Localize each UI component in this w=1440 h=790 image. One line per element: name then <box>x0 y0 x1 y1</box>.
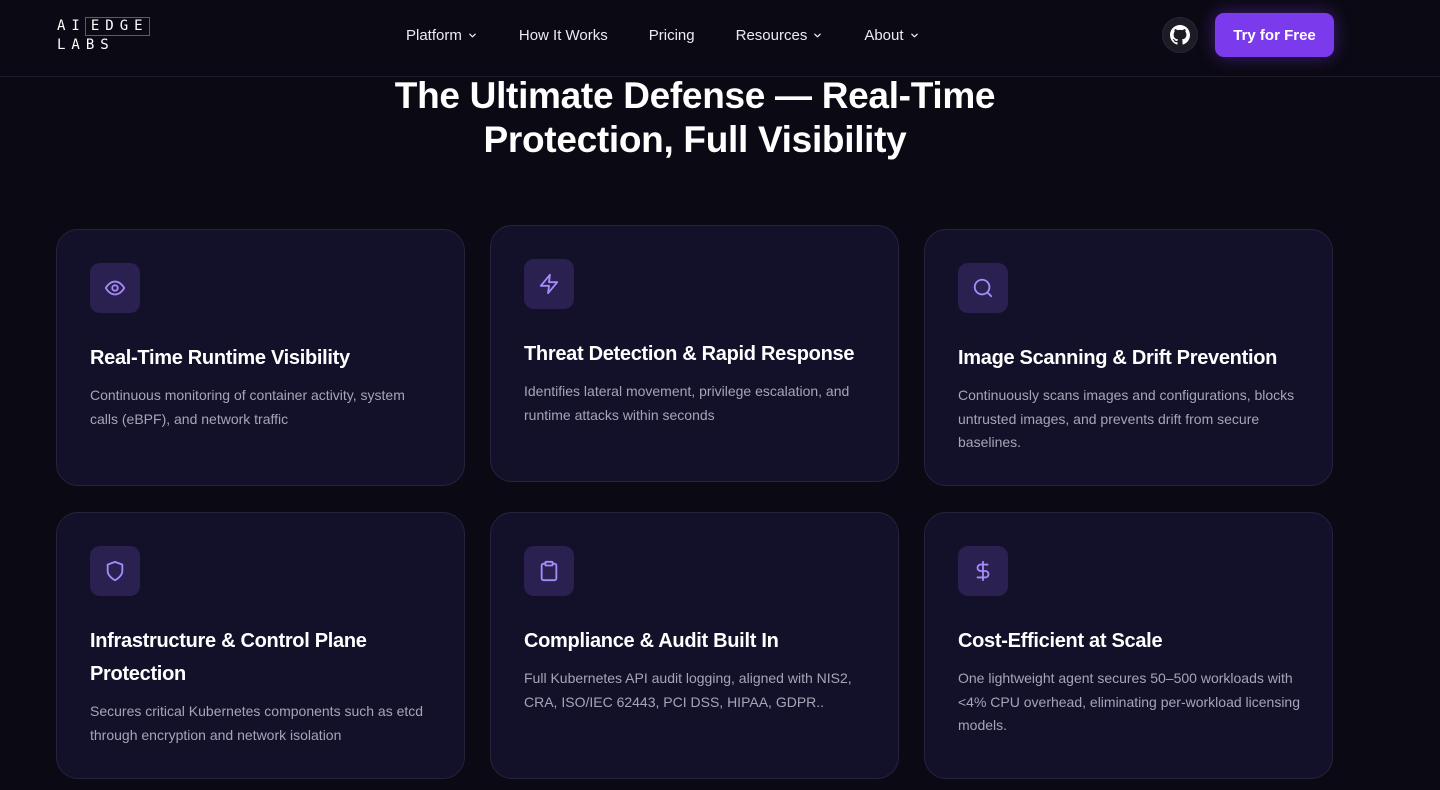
feature-icon-box <box>90 263 140 313</box>
logo[interactable]: AI EDGE LABS <box>57 17 150 55</box>
feature-title: Cost-Efficient at Scale <box>958 630 1163 652</box>
feature-description: One lightweight agent secures 50–500 wor… <box>958 670 1301 733</box>
feature-card-image-scanning: Image Scanning & Drift Prevention Contin… <box>924 229 1333 486</box>
feature-description: Secures critical Kubernetes components s… <box>90 703 424 743</box>
nav-item-about[interactable]: About <box>864 27 918 44</box>
chevron-down-icon <box>910 33 918 37</box>
feature-icon-box <box>524 546 574 596</box>
feature-title: Compliance & Audit Built In <box>524 630 779 652</box>
github-icon <box>1170 25 1190 45</box>
nav-item-label: How It Works <box>518 26 608 44</box>
feature-card-cost-efficient: Cost-Efficient at Scale One lightweight … <box>924 512 1333 779</box>
eye-icon <box>104 280 126 296</box>
logo-text-labs: LABS <box>57 37 115 53</box>
chevron-down-icon <box>814 33 822 37</box>
nav-item-resources[interactable]: Resources <box>736 27 823 44</box>
clipboard-icon <box>540 560 558 582</box>
github-button[interactable] <box>1162 17 1198 53</box>
feature-card-compliance-audit: Compliance & Audit Built In Full Kuberne… <box>490 512 899 779</box>
nav-item-pricing[interactable]: Pricing <box>649 27 695 44</box>
feature-icon-box <box>90 546 140 596</box>
feature-title: Threat Detection & Rapid Response <box>524 343 855 365</box>
nav-item-label: Resources <box>735 26 808 44</box>
nav-item-label: About <box>864 26 904 44</box>
feature-title: Image Scanning & Drift Prevention <box>958 347 1278 369</box>
nav-item-how-it-works[interactable]: How It Works <box>519 27 608 44</box>
feature-title: Infrastructure & Control Plane Protectio… <box>90 630 367 685</box>
feature-icon-box <box>958 263 1008 313</box>
feature-card-infrastructure-protection: Infrastructure & Control Plane Protectio… <box>56 512 465 779</box>
heading-line-2: Protection, Full Visibility <box>483 119 907 160</box>
logo-text-edge: EDGE <box>84 17 150 36</box>
heading-line-1: The Ultimate Defense — Real-Time <box>394 75 996 116</box>
feature-description: Full Kubernetes API audit logging, align… <box>524 670 852 710</box>
feature-description: Continuous monitoring of container activ… <box>90 387 405 427</box>
feature-title: Real-Time Runtime Visibility <box>90 347 350 369</box>
chevron-down-icon <box>469 33 476 37</box>
nav-item-label: Platform <box>406 26 462 44</box>
search-icon <box>973 278 993 298</box>
feature-icon-box <box>524 259 574 309</box>
lightning-icon <box>539 273 559 295</box>
top-navbar: AI EDGE LABS Platform How It Works Prici… <box>0 0 1440 77</box>
feature-description: Identifies lateral movement, privilege e… <box>524 383 850 423</box>
nav-item-label: Pricing <box>648 26 695 44</box>
try-for-free-button[interactable]: Try for Free <box>1215 13 1334 57</box>
feature-icon-box <box>958 546 1008 596</box>
nav-item-platform[interactable]: Platform <box>406 27 477 44</box>
shield-icon <box>106 560 124 582</box>
logo-text-ai: AI <box>57 18 86 34</box>
feature-description: Continuously scans images and configurat… <box>958 387 1295 450</box>
feature-card-threat-detection: Threat Detection & Rapid Response Identi… <box>490 225 899 482</box>
dollar-icon <box>976 560 990 582</box>
feature-card-runtime-visibility: Real-Time Runtime Visibility Continuous … <box>56 229 465 486</box>
section-heading: The Ultimate Defense — Real-Time Protect… <box>320 74 1070 162</box>
nav-links: Platform How It Works Pricing Resources … <box>406 24 919 46</box>
